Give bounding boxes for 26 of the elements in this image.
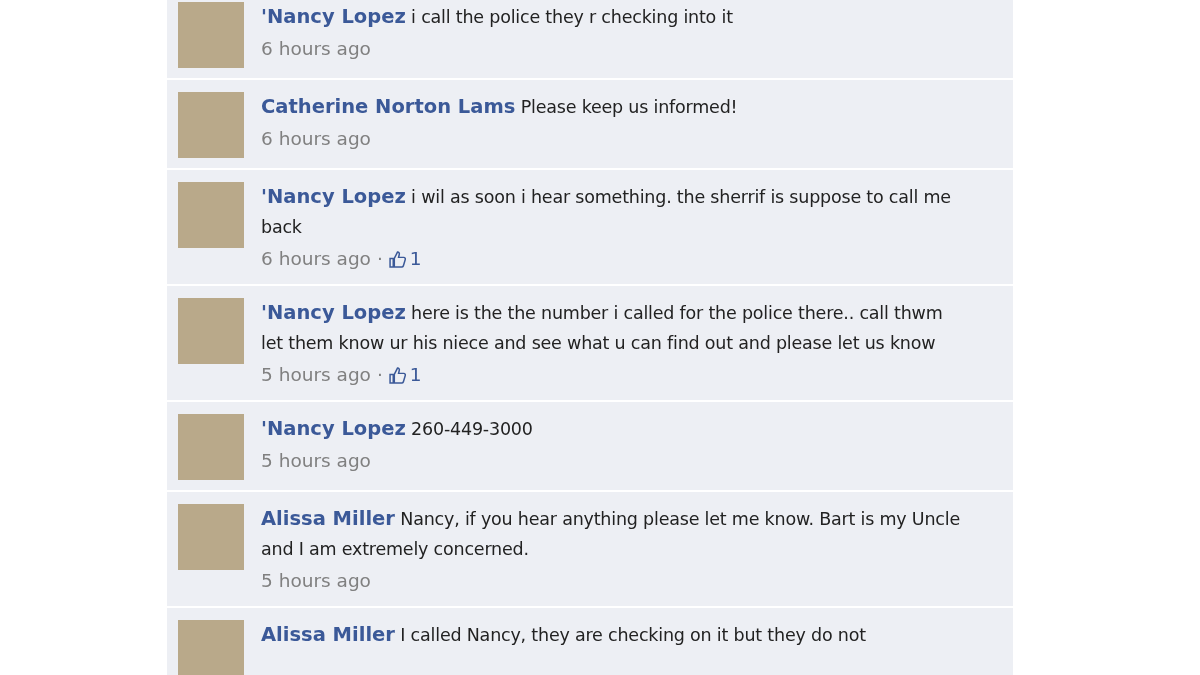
separator-dot: ·: [376, 247, 383, 271]
comment-text: 'Nancy Lopez 260-449-3000: [261, 416, 534, 442]
comment-text: 'Nancy Lopez i call the police they r checking into it: [261, 4, 734, 30]
avatar-photo: [178, 620, 244, 675]
thumbs-up-icon: [388, 250, 406, 268]
timestamp: 6 hours ago: [261, 37, 371, 61]
separator-dot: ·: [376, 363, 383, 387]
timestamp: 6 hours ago: [261, 127, 371, 151]
comment-text: 'Nancy Lopez here is the the number i called for the police there.. call thwm let them know ur his niece and see what u can find out and please let us know: [261, 300, 944, 355]
timestamp: 5 hours ago: [261, 363, 371, 387]
avatar-photo: [178, 298, 244, 364]
comment-text: 'Nancy Lopez i wil as soon i hear something. the sherrif is suppose to call me back: [261, 184, 952, 239]
comment-text: Alissa Miller I called Nancy, they are checking on it but they do not: [261, 622, 867, 648]
timestamp: 5 hours ago: [261, 569, 371, 593]
avatar-photo: [178, 414, 244, 480]
like-count[interactable]: 1: [409, 244, 422, 274]
comment-text: Catherine Norton Lams Please keep us informed!: [261, 94, 739, 120]
timestamp: 5 hours ago: [261, 449, 371, 473]
timestamp: 6 hours ago: [261, 247, 371, 271]
avatar-photo: [178, 504, 244, 570]
comment-text: Alissa Miller Nancy, if you hear anything please let me know. Bart is my Uncle and I am extremely concerned.: [261, 506, 961, 561]
thumbs-up-icon: [388, 366, 406, 384]
avatar-photo: [178, 182, 244, 248]
avatar-photo: [178, 92, 244, 158]
avatar-photo: [178, 2, 244, 68]
like-count[interactable]: 1: [409, 360, 422, 390]
